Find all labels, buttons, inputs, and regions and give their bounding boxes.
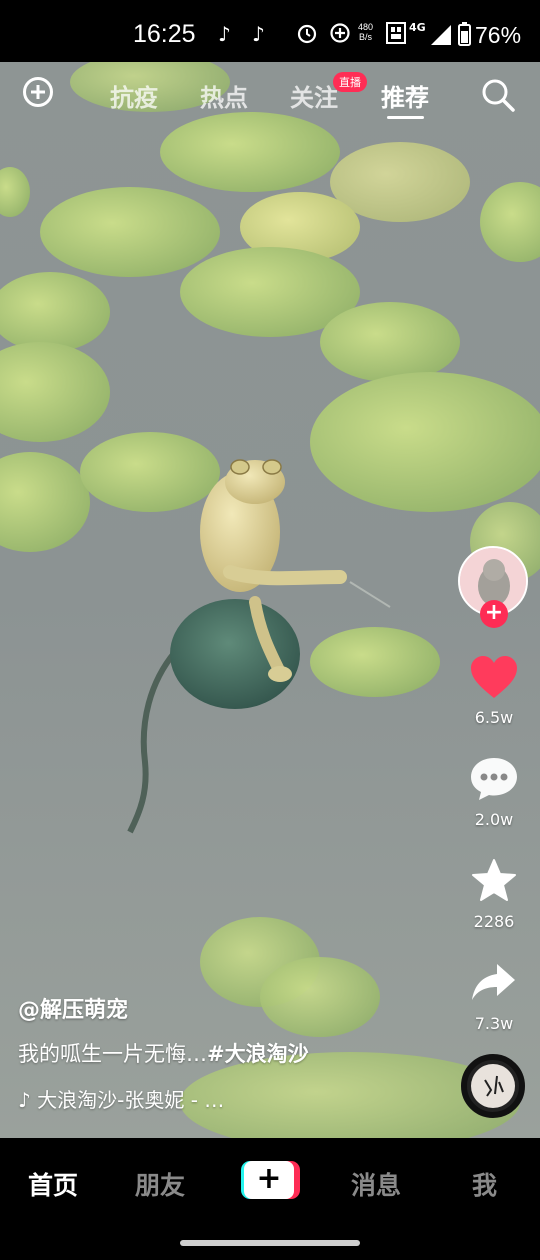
alarm-icon	[297, 24, 317, 44]
video-frame-image	[0, 62, 540, 1138]
music-info[interactable]: ♪ 大浪淘沙-张奥妮 - …	[18, 1084, 224, 1113]
nav-friends[interactable]: 朋友	[135, 1166, 185, 1202]
description-text: 我的呱生一片无悔…	[18, 1042, 207, 1066]
favorite-count: 2286	[473, 912, 515, 931]
network-type: 4G	[409, 21, 426, 34]
share-arrow-icon	[472, 964, 515, 1000]
hashtag-link[interactable]: #大浪淘沙	[207, 1042, 309, 1066]
music-disc[interactable]	[461, 1054, 525, 1118]
data-saver-icon	[330, 23, 350, 43]
nav-me[interactable]: 我	[472, 1166, 497, 1202]
gesture-home-bar[interactable]	[180, 1240, 360, 1246]
active-tab-indicator	[387, 116, 424, 119]
live-badge: 直播	[333, 72, 367, 92]
music-cover-image	[471, 1064, 515, 1108]
add-plus-icon[interactable]	[23, 77, 53, 107]
heart-icon	[471, 656, 517, 698]
volte-icon	[386, 22, 406, 44]
net-speed: 480 B/s	[358, 22, 374, 42]
tab-tuijian[interactable]: 推荐	[381, 78, 429, 113]
search-icon[interactable]	[481, 78, 517, 114]
tab-guanzhu[interactable]: 关注	[290, 78, 338, 113]
top-nav: 抗疫 热点 关注 直播 推荐	[0, 62, 540, 132]
tiktok-notification-icon-2: ♪	[252, 22, 265, 46]
video-description: 我的呱生一片无悔…#大浪淘沙	[18, 1038, 309, 1068]
author-name[interactable]: @解压萌宠	[18, 992, 128, 1024]
status-time: 16:25	[133, 20, 196, 48]
comment-count: 2.0w	[474, 810, 514, 829]
tiktok-notification-icon: ♪	[218, 22, 231, 46]
app-screen: 16:25 ♪ ♪ 480 B/s 4G 76% 抗疫 热点 关注 直播 推荐 …	[0, 0, 540, 1260]
create-plus-icon: +	[256, 1161, 282, 1196]
follow-button[interactable]: +	[480, 600, 508, 628]
share-count: 7.3w	[474, 1014, 514, 1033]
bottom-nav: 首页 朋友 + 消息 我	[0, 1138, 540, 1260]
video-player[interactable]	[0, 62, 540, 1138]
tab-redian[interactable]: 热点	[200, 78, 248, 113]
favorite-button[interactable]: 2286	[463, 858, 525, 931]
battery-percent: 76%	[475, 22, 522, 48]
share-button[interactable]: 7.3w	[463, 960, 525, 1033]
comment-icon	[471, 758, 517, 800]
comment-button[interactable]: 2.0w	[463, 756, 525, 829]
star-icon	[472, 859, 516, 901]
nav-home[interactable]: 首页	[28, 1166, 78, 1202]
tab-kangyi[interactable]: 抗疫	[110, 78, 158, 113]
music-title: 大浪淘沙-张奥妮 - …	[37, 1088, 225, 1112]
music-note-icon: ♪	[18, 1088, 31, 1112]
like-button[interactable]: 6.5w	[463, 654, 525, 727]
like-count: 6.5w	[474, 708, 514, 727]
nav-messages[interactable]: 消息	[351, 1166, 401, 1202]
status-bar: 16:25 ♪ ♪ 480 B/s 4G 76%	[0, 0, 540, 62]
create-button[interactable]: +	[241, 1161, 300, 1199]
signal-icon	[431, 25, 451, 45]
battery-icon	[458, 22, 471, 46]
